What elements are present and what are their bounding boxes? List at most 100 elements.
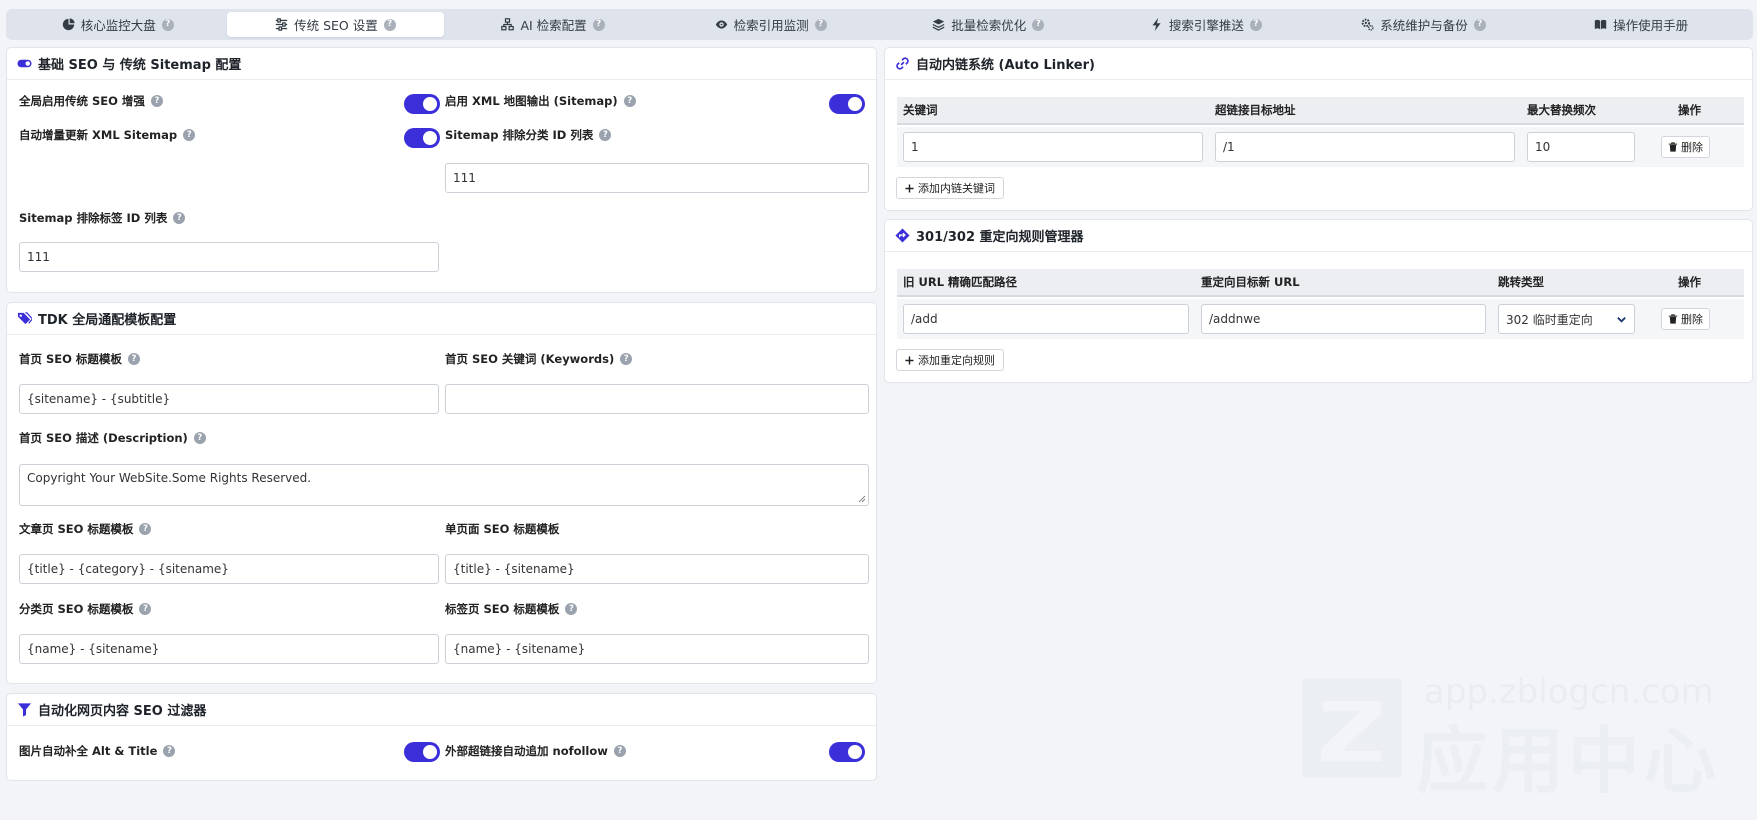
tab-manual[interactable]: 操作使用手册: [1532, 12, 1750, 37]
tab-search-push[interactable]: 搜索引擎推送 ?: [1097, 12, 1315, 37]
tab-label: 检索引用监测: [733, 18, 809, 33]
help-icon[interactable]: ?: [1249, 18, 1262, 31]
column-header: 最大替换频次: [1527, 103, 1596, 117]
help-icon[interactable]: ?: [183, 129, 196, 141]
home-keywords-input[interactable]: [445, 384, 869, 414]
panel-header: TDK 全局通配模板配置: [7, 303, 876, 335]
delete-button[interactable]: 删除: [1661, 136, 1710, 158]
help-icon[interactable]: ?: [599, 129, 612, 141]
tdk-panel: TDK 全局通配模板配置 首页 SEO 标题模板? 首页 SEO 关键词 (Ke…: [6, 302, 877, 684]
help-icon[interactable]: ?: [127, 353, 140, 365]
label-text: 首页 SEO 描述 (Description): [19, 431, 188, 445]
resize-handle-icon[interactable]: [858, 495, 866, 503]
img-alt-toggle[interactable]: [404, 742, 440, 762]
linker-table-header: 关键词 超链接目标地址 最大替换频次 操作: [897, 97, 1744, 125]
tab-seo-settings[interactable]: 传统 SEO 设置 ?: [226, 12, 445, 37]
redirect-table-header: 旧 URL 精确匹配路径 重定向目标新 URL 跳转类型 操作: [897, 269, 1744, 297]
article-title-input[interactable]: {title} - {category} - {sitename}: [19, 554, 439, 584]
column-header: 关键词: [903, 103, 938, 117]
column-header: 操作: [1678, 275, 1701, 289]
tab-maintenance[interactable]: 系统维护与备份 ?: [1315, 12, 1533, 37]
tab-label: 核心监控大盘: [80, 18, 156, 33]
selected-value: 302 临时重定向: [1506, 312, 1593, 327]
trash-icon: [1668, 314, 1678, 324]
page-title-input[interactable]: {title} - {sitename}: [445, 554, 869, 584]
watermark-logo: [1302, 678, 1402, 778]
watermark: app.zblogcn.com 应用中心: [1300, 672, 1740, 803]
auto-linker-panel: 自动内链系统 (Auto Linker) 关键词 超链接目标地址 最大替换频次 …: [884, 47, 1753, 211]
label-text: Sitemap 排除分类 ID 列表: [445, 128, 594, 142]
panel-title: TDK 全局通配模板配置: [38, 313, 177, 328]
basic-seo-panel: 基础 SEO 与 传统 Sitemap 配置 全局启用传统 SEO 增强? 启用…: [6, 47, 877, 293]
auto-update-toggle[interactable]: [404, 128, 440, 148]
max-replace-input[interactable]: 10: [1527, 132, 1635, 162]
add-keyword-button[interactable]: 添加内链关键词: [896, 177, 1004, 199]
panel-title: 301/302 重定向规则管理器: [916, 230, 1084, 245]
panel-title: 自动化网页内容 SEO 过滤器: [38, 704, 207, 719]
tab-batch-optimize[interactable]: 批量检索优化 ?: [880, 12, 1098, 37]
help-icon[interactable]: ?: [1473, 18, 1486, 31]
home-desc-textarea[interactable]: Copyright Your WebSite.Some Rights Reser…: [19, 464, 869, 506]
content-filter-panel: 自动化网页内容 SEO 过滤器 图片自动补全 Alt & Title? 外部超链…: [6, 693, 877, 781]
layers-icon: [932, 18, 945, 31]
enable-seo-label: 全局启用传统 SEO 增强?: [19, 93, 163, 109]
exclude-tag-label: Sitemap 排除标签 ID 列表?: [19, 210, 186, 226]
chart-pie-icon: [62, 18, 75, 31]
help-icon[interactable]: ?: [161, 18, 174, 31]
redirect-type-select[interactable]: 302 临时重定向: [1498, 304, 1635, 334]
tag-title-input[interactable]: {name} - {sitename}: [445, 634, 869, 664]
help-icon[interactable]: ?: [173, 212, 186, 224]
panel-title: 自动内链系统 (Auto Linker): [916, 58, 1095, 73]
plus-icon: [905, 355, 914, 365]
label-text: 首页 SEO 标题模板: [19, 352, 122, 366]
panel-header: 基础 SEO 与 传统 Sitemap 配置: [7, 48, 876, 80]
help-icon[interactable]: ?: [814, 18, 827, 31]
help-icon[interactable]: ?: [565, 603, 578, 615]
target-url-input[interactable]: /1: [1215, 132, 1515, 162]
help-icon[interactable]: ?: [163, 745, 176, 757]
home-title-label: 首页 SEO 标题模板?: [19, 351, 140, 367]
new-url-input[interactable]: /addnwe: [1201, 304, 1486, 334]
tab-ai-config[interactable]: AI 检索配置 ?: [444, 12, 662, 37]
home-title-input[interactable]: {sitename} - {subtitle}: [19, 384, 439, 414]
tab-label: 传统 SEO 设置: [294, 18, 378, 33]
label-text: 外部超链接自动追加 nofollow: [445, 744, 608, 758]
help-icon[interactable]: ?: [139, 603, 152, 615]
label-text: 全局启用传统 SEO 增强: [19, 94, 145, 108]
keyword-input[interactable]: 1: [903, 132, 1203, 162]
panel-header: 自动内链系统 (Auto Linker): [885, 48, 1752, 80]
help-icon[interactable]: ?: [1032, 18, 1045, 31]
help-icon[interactable]: ?: [193, 432, 206, 444]
help-icon[interactable]: ?: [623, 95, 636, 107]
help-icon[interactable]: ?: [613, 745, 626, 757]
plus-icon: [905, 183, 914, 193]
tab-dashboard[interactable]: 核心监控大盘 ?: [9, 12, 227, 37]
help-icon[interactable]: ?: [139, 523, 152, 535]
label-text: 首页 SEO 关键词 (Keywords): [445, 352, 615, 366]
add-redirect-button[interactable]: 添加重定向规则: [896, 349, 1004, 371]
help-icon[interactable]: ?: [150, 95, 163, 107]
delete-label: 删除: [1681, 313, 1703, 326]
delete-button[interactable]: 删除: [1661, 308, 1710, 330]
trash-icon: [1668, 142, 1678, 152]
enable-sitemap-label: 启用 XML 地图输出 (Sitemap)?: [445, 93, 636, 109]
gears-icon: [1361, 18, 1374, 31]
enable-seo-toggle[interactable]: [404, 94, 440, 114]
table-row: 1 /1 10 删除: [897, 127, 1744, 167]
tab-label: AI 检索配置: [520, 18, 587, 33]
help-icon[interactable]: ?: [383, 18, 396, 31]
panel-header: 301/302 重定向规则管理器: [885, 220, 1752, 252]
exclude-tag-input[interactable]: 111: [19, 242, 439, 272]
toggle-on-icon: [17, 59, 32, 68]
old-url-input[interactable]: /add: [903, 304, 1189, 334]
help-icon[interactable]: ?: [592, 18, 605, 31]
enable-sitemap-toggle[interactable]: [829, 94, 865, 114]
panel-header: 自动化网页内容 SEO 过滤器: [7, 694, 876, 726]
tab-label: 搜索引擎推送: [1168, 18, 1244, 33]
exclude-category-input[interactable]: 111: [445, 163, 869, 193]
auto-update-label: 自动增量更新 XML Sitemap?: [19, 127, 196, 143]
nofollow-toggle[interactable]: [829, 742, 865, 762]
category-title-input[interactable]: {name} - {sitename}: [19, 634, 439, 664]
tab-citation-monitor[interactable]: 检索引用监测 ?: [662, 12, 880, 37]
help-icon[interactable]: ?: [620, 353, 633, 365]
